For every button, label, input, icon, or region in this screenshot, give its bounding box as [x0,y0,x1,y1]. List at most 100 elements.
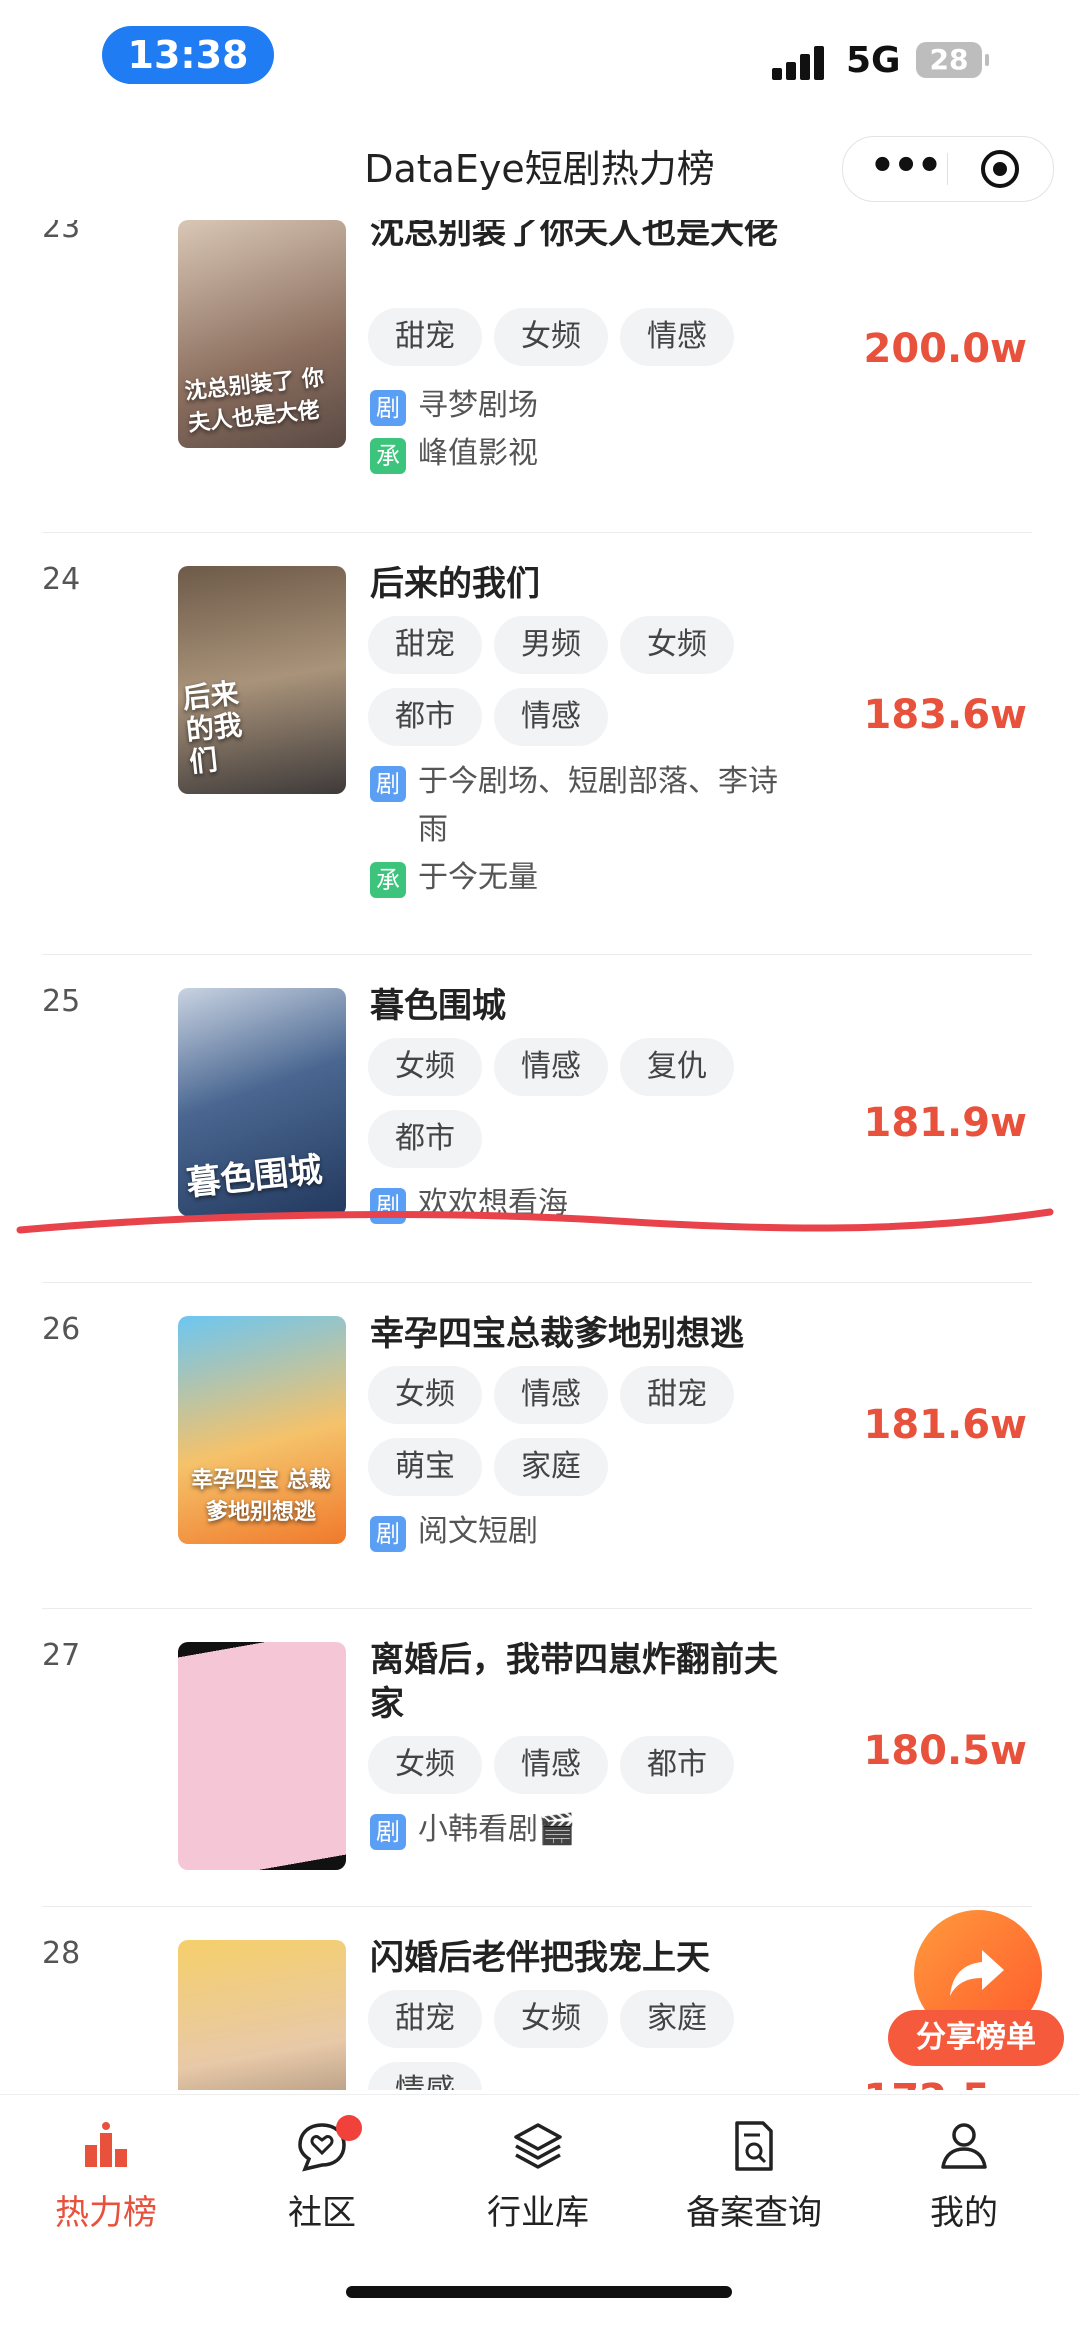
ju-badge: 剧 [370,390,406,426]
heat-value: 181.6w [863,1402,1027,1448]
poster-image[interactable]: 暮色围城 [178,988,346,1216]
tab-filing-search[interactable]: 备案查询 [664,2119,844,2234]
producer-row: 剧阅文短剧 [370,1508,800,1556]
producer-row: 剧寻梦剧场 [370,382,800,430]
credits: 剧于今剧场、短剧部落、李诗雨 承于今无量 [370,758,800,902]
tag[interactable]: 复仇 [620,1038,734,1096]
tag[interactable]: 甜宠 [368,1990,482,2048]
heat-value: 200.0w [863,326,1027,372]
document-search-icon [735,2121,773,2171]
tab-industry-library[interactable]: 行业库 [448,2119,628,2234]
tab-label: 社区 [288,2193,356,2233]
tag[interactable]: 情感 [494,1736,608,1794]
tag[interactable]: 情感 [620,308,734,366]
tag-group: 甜宠 女频 情感 [368,308,788,380]
tag[interactable]: 情感 [368,2062,482,2090]
tag[interactable]: 女频 [620,616,734,674]
tag-group: 女频 情感 复仇都市 [368,1038,788,1182]
share-label: 分享榜单 [888,2010,1064,2066]
poster-title: 沈总别装了 你夫人也是大佬 [183,365,326,437]
drama-title[interactable]: 后来的我们 [370,562,800,606]
poster-image[interactable]: 沈总别装了 你夫人也是大佬 [178,220,346,448]
status-bar: 13:38 5G 28 [0,0,1079,120]
ju-badge: 剧 [370,766,406,802]
tag[interactable]: 情感 [494,688,608,746]
drama-title[interactable]: 沈总别装了你夫人也是大佬 [370,220,800,254]
tag[interactable]: 女频 [368,1038,482,1096]
contractor-name: 峰值影视 [418,436,538,471]
ju-badge: 剧 [370,1188,406,1224]
close-target-icon[interactable] [979,148,1021,190]
rank-number: 27 [42,1638,81,1673]
divider [42,1608,1032,1609]
poster-image[interactable]: 幸孕四宝 总裁爹地别想逃 [178,1316,346,1544]
poster-image[interactable] [178,1642,346,1870]
drama-title[interactable]: 幸孕四宝总裁爹地别想逃 [370,1312,800,1356]
ju-badge: 剧 [370,1516,406,1552]
rank-number: 24 [42,562,81,597]
more-button[interactable]: ••• [865,137,945,201]
tab-label: 热力榜 [55,2193,157,2233]
credits: 剧阅文短剧 [370,1508,800,1556]
contractor-row: 承峰值影视 [370,430,800,478]
ranking-list: 23 沈总别装了 你夫人也是大佬 沈总别装了你夫人也是大佬 甜宠 女频 情感 剧寻梦… [0,220,1079,2090]
tab-label: 行业库 [487,2193,589,2233]
producer-name: 于今剧场、短剧部落、李诗雨 [418,764,778,847]
tag[interactable]: 都市 [368,688,482,746]
tag[interactable]: 女频 [368,1736,482,1794]
tab-heat-ranking[interactable]: 热力榜 [16,2119,196,2234]
cheng-badge: 承 [370,862,406,898]
tag[interactable]: 甜宠 [368,616,482,674]
tag[interactable]: 都市 [620,1736,734,1794]
divider [42,1282,1032,1283]
share-ranking-button[interactable]: 分享榜单 [888,1910,1064,2090]
poster-title: 幸孕四宝 总裁爹地别想逃 [191,1468,331,1525]
tag[interactable]: 女频 [368,1366,482,1424]
nav-bar: DataEye短剧热力榜 ••• [0,120,1079,220]
tag[interactable]: 男频 [494,616,608,674]
tag[interactable]: 都市 [368,1110,482,1168]
drama-title[interactable]: 闪婚后老伴把我宠上天 [370,1936,800,1980]
tag[interactable]: 情感 [494,1038,608,1096]
home-indicator [346,2286,732,2298]
tab-bar: 热力榜 社区 行业库 备案查询 我的 [0,2094,1079,2337]
producer-name: 小韩看剧🎬 [418,1812,576,1847]
tag-group: 女频 情感 都市 [368,1736,788,1808]
tag[interactable]: 家庭 [494,1438,608,1496]
user-icon [941,2123,987,2169]
tag[interactable]: 情感 [494,1366,608,1424]
drama-title[interactable]: 暮色围城 [370,984,800,1028]
producer-name: 阅文短剧 [418,1514,538,1549]
battery-icon: 28 [916,42,989,78]
credits: 剧寻梦剧场 承峰值影视 [370,382,800,478]
tag[interactable]: 家庭 [620,1990,734,2048]
tab-label: 我的 [930,2193,998,2233]
tag[interactable]: 萌宝 [368,1438,482,1496]
rank-number: 26 [42,1312,81,1347]
divider [42,532,1032,533]
tab-mine[interactable]: 我的 [874,2119,1054,2234]
tag[interactable]: 女频 [494,308,608,366]
status-time: 13:38 [102,26,274,84]
poster-title: 暮色围城 [184,1149,325,1204]
producer-row: 剧欢欢想看海 [370,1180,800,1228]
signal-icon [772,46,830,80]
share-arrow-icon [950,1950,1004,1996]
rank-number: 23 [42,220,81,245]
tag[interactable]: 甜宠 [620,1366,734,1424]
capsule-divider [947,153,948,185]
producer-name: 欢欢想看海 [418,1186,568,1221]
heat-value: 183.6w [863,692,1027,738]
tag[interactable]: 甜宠 [368,308,482,366]
contractor-name: 于今无量 [418,860,538,895]
notification-dot [336,2115,362,2141]
drama-title[interactable]: 离婚后，我带四崽炸翻前夫家 [370,1638,800,1726]
tag[interactable]: 女频 [494,1990,608,2048]
podium-icon [85,2122,127,2167]
poster-image[interactable]: 后来的我们 [178,566,346,794]
heat-value: 181.9w [863,1100,1027,1146]
tab-community[interactable]: 社区 [232,2115,412,2234]
poster-image[interactable] [178,1940,346,2090]
heat-value: 180.5w [863,1728,1027,1774]
tag-group: 甜宠 男频 女频都市 情感 [368,616,788,760]
